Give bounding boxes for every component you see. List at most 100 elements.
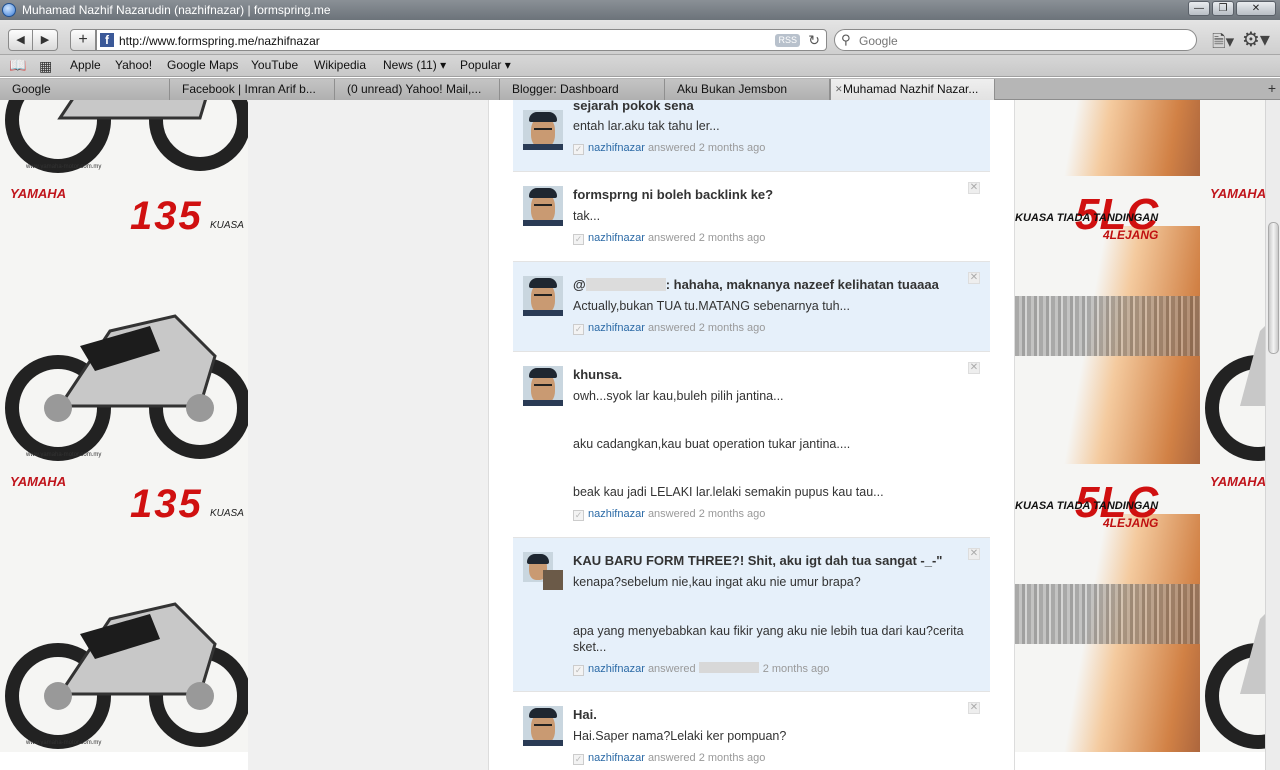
user-avatar[interactable] bbox=[523, 186, 563, 226]
answer-time[interactable]: 2 months ago bbox=[699, 142, 766, 154]
top-sites-grid-icon[interactable]: ▦ bbox=[39, 58, 52, 75]
bookmark-yahoo[interactable]: Yahoo! bbox=[115, 58, 152, 72]
delete-icon[interactable]: ✕ bbox=[968, 702, 980, 714]
tab-yahoo-mail[interactable]: (0 unread) Yahoo! Mail,... bbox=[335, 79, 500, 100]
username-link[interactable]: nazhifnazar bbox=[588, 232, 645, 244]
ad-tile-right: 5LC KUASA TIADA TANDINGAN 4LEJANG bbox=[1015, 176, 1200, 464]
new-tab-icon[interactable]: + bbox=[1268, 80, 1276, 96]
window-titlebar: Muhamad Nazhif Nazarudin (nazhifnazar) |… bbox=[0, 0, 1280, 20]
bookmark-popular[interactable]: Popular ▾ bbox=[460, 58, 511, 72]
checkbox-icon: ✓ bbox=[573, 234, 584, 245]
answer-text: aku cadangkan,kau buat operation tukar j… bbox=[573, 437, 851, 451]
user-avatar[interactable] bbox=[523, 276, 563, 316]
minimize-button[interactable]: — bbox=[1188, 1, 1210, 16]
tab-aku-bukan-jemsbon[interactable]: Aku Bukan Jemsbon bbox=[665, 79, 830, 100]
yamaha-logo: YAMAHA bbox=[10, 186, 67, 201]
ad-tile-far-right: YAMAHA bbox=[1200, 464, 1265, 752]
user-avatar-small[interactable] bbox=[543, 570, 563, 590]
answer-time[interactable]: 2 months ago bbox=[699, 322, 766, 334]
answered-label: answered bbox=[647, 322, 696, 334]
tab-facebook[interactable]: Facebook | Imran Arif b... bbox=[170, 79, 335, 100]
tab-google[interactable]: Google bbox=[0, 79, 170, 100]
search-input[interactable] bbox=[859, 33, 1179, 48]
answer-text: beak kau jadi LELAKI lar.lelaki semakin … bbox=[573, 485, 884, 499]
qa-item: ✕ khunsa. owh...syok lar kau,buleh pilih… bbox=[513, 352, 990, 538]
ad-tile-left: YAMAHA 135 KUASA www.yamaha-motor.com.my bbox=[0, 176, 248, 464]
bookmark-youtube[interactable]: YouTube bbox=[251, 58, 298, 72]
reload-icon[interactable]: ↻ bbox=[808, 32, 820, 49]
vertical-scrollbar[interactable] bbox=[1265, 100, 1280, 770]
delete-icon[interactable]: ✕ bbox=[968, 182, 980, 194]
bookmark-news[interactable]: News (11) ▾ bbox=[383, 58, 446, 72]
address-bar[interactable]: f http://www.formspring.me/nazhifnazar R… bbox=[96, 29, 827, 51]
bookmark-google-maps[interactable]: Google Maps bbox=[167, 58, 238, 72]
browser-toolbar: ◀ ▶ + f http://www.formspring.me/nazhifn… bbox=[0, 20, 1280, 55]
ad-tile-right bbox=[1015, 100, 1200, 176]
delete-icon[interactable]: ✕ bbox=[968, 548, 980, 560]
window-title: Muhamad Nazhif Nazarudin (nazhifnazar) |… bbox=[22, 3, 331, 17]
username-link[interactable]: nazhifnazar bbox=[588, 508, 645, 520]
bookmarks-book-icon[interactable]: 📖 bbox=[9, 57, 26, 74]
ad-badge-text: 4LEJANG bbox=[1103, 516, 1159, 530]
user-avatar[interactable] bbox=[523, 366, 563, 406]
mention-prefix: @ bbox=[573, 277, 586, 292]
tab-label: Blogger: Dashboard bbox=[512, 82, 619, 96]
qa-item: sejarah pokok sena entah lar.aku tak tah… bbox=[513, 100, 990, 172]
username-link[interactable]: nazhifnazar bbox=[588, 322, 645, 334]
page-menu-icon[interactable]: 🗎▾ bbox=[1212, 29, 1234, 58]
tab-blogger[interactable]: Blogger: Dashboard bbox=[500, 79, 665, 100]
safari-icon bbox=[2, 3, 16, 17]
add-bookmark-button[interactable]: + bbox=[70, 29, 96, 51]
answer-text: kenapa?sebelum nie,kau ingat aku nie umu… bbox=[573, 575, 861, 589]
settings-gear-icon[interactable]: ⚙▾ bbox=[1242, 27, 1270, 52]
username-link[interactable]: nazhifnazar bbox=[588, 142, 645, 154]
question-text: formsprng ni boleh backlink ke? bbox=[573, 187, 774, 202]
question-text: KAU BARU FORM THREE?! Shit, aku igt dah … bbox=[573, 553, 943, 568]
answer-meta: ✓ nazhifnazar answered 2 months ago bbox=[573, 142, 765, 155]
ad-sunset-graphic bbox=[1015, 100, 1200, 176]
forward-button[interactable]: ▶ bbox=[33, 29, 58, 51]
qa-item: ✕ formsprng ni boleh backlink ke? tak...… bbox=[513, 172, 990, 262]
ad-tagline-text: KUASA bbox=[210, 220, 244, 231]
answer-text: apa yang menyebabkan kau fikir yang aku … bbox=[573, 624, 964, 654]
question-text: khunsa. bbox=[573, 367, 623, 382]
answer-time[interactable]: 2 months ago bbox=[699, 508, 766, 520]
delete-icon[interactable]: ✕ bbox=[968, 362, 980, 374]
address-text[interactable]: http://www.formspring.me/nazhifnazar bbox=[119, 34, 320, 48]
page-content: www.yamaha-motor.com.my YAMAHA 135 KUASA… bbox=[0, 100, 1265, 770]
search-field[interactable]: ⚲ bbox=[834, 29, 1197, 51]
question-body: : hahaha, maknanya nazeef kelihatan tuaa… bbox=[665, 277, 939, 292]
answer-time[interactable]: 2 months ago bbox=[699, 232, 766, 244]
facebook-favicon-icon: f bbox=[100, 33, 114, 47]
ad-tagline-text: KUASA TIADA TANDINGAN bbox=[1015, 212, 1159, 224]
tab-formspring-active[interactable]: ✕ Muhamad Nazhif Nazar... bbox=[830, 79, 995, 100]
answer-text: Hai.Saper nama?Lelaki ker pompuan? bbox=[573, 729, 787, 743]
ad-url-text: www.yamaha-motor.com.my bbox=[26, 164, 102, 170]
close-button[interactable]: ✕ bbox=[1236, 1, 1276, 16]
scrollbar-thumb[interactable] bbox=[1268, 222, 1279, 354]
yamaha-logo: YAMAHA bbox=[1210, 186, 1265, 201]
checkbox-icon: ✓ bbox=[573, 144, 584, 155]
username-link[interactable]: nazhifnazar bbox=[588, 752, 645, 764]
restore-button[interactable]: ❐ bbox=[1212, 1, 1234, 16]
back-button[interactable]: ◀ bbox=[8, 29, 33, 51]
tab-label: (0 unread) Yahoo! Mail,... bbox=[347, 82, 482, 96]
answer-time[interactable]: 2 months ago bbox=[763, 663, 830, 675]
bookmark-apple[interactable]: Apple bbox=[70, 58, 101, 72]
question-text: sejarah pokok sena bbox=[573, 100, 694, 113]
answer-text: entah lar.aku tak tahu ler... bbox=[573, 119, 720, 133]
answer-time[interactable]: 2 months ago bbox=[699, 752, 766, 764]
ad-model-text: 135 bbox=[130, 194, 203, 238]
bookmark-wikipedia[interactable]: Wikipedia bbox=[314, 58, 366, 72]
ad-tagline-text: KUASA TIADA TANDINGAN bbox=[1015, 500, 1159, 512]
qa-item: ✕ @ : hahaha, maknanya nazeef kelihatan t… bbox=[513, 262, 990, 352]
answer-meta: ✓ nazhifnazar answered 2 months ago bbox=[573, 752, 765, 765]
delete-icon[interactable]: ✕ bbox=[968, 272, 980, 284]
rss-button[interactable]: RSS bbox=[775, 34, 800, 47]
question-text: @ : hahaha, maknanya nazeef kelihatan tua… bbox=[573, 277, 939, 292]
tab-close-icon[interactable]: ✕ bbox=[835, 79, 843, 100]
user-avatar[interactable] bbox=[523, 110, 563, 150]
username-link[interactable]: nazhifnazar bbox=[588, 663, 645, 675]
tab-label: Google bbox=[12, 82, 51, 96]
user-avatar[interactable] bbox=[523, 706, 563, 746]
